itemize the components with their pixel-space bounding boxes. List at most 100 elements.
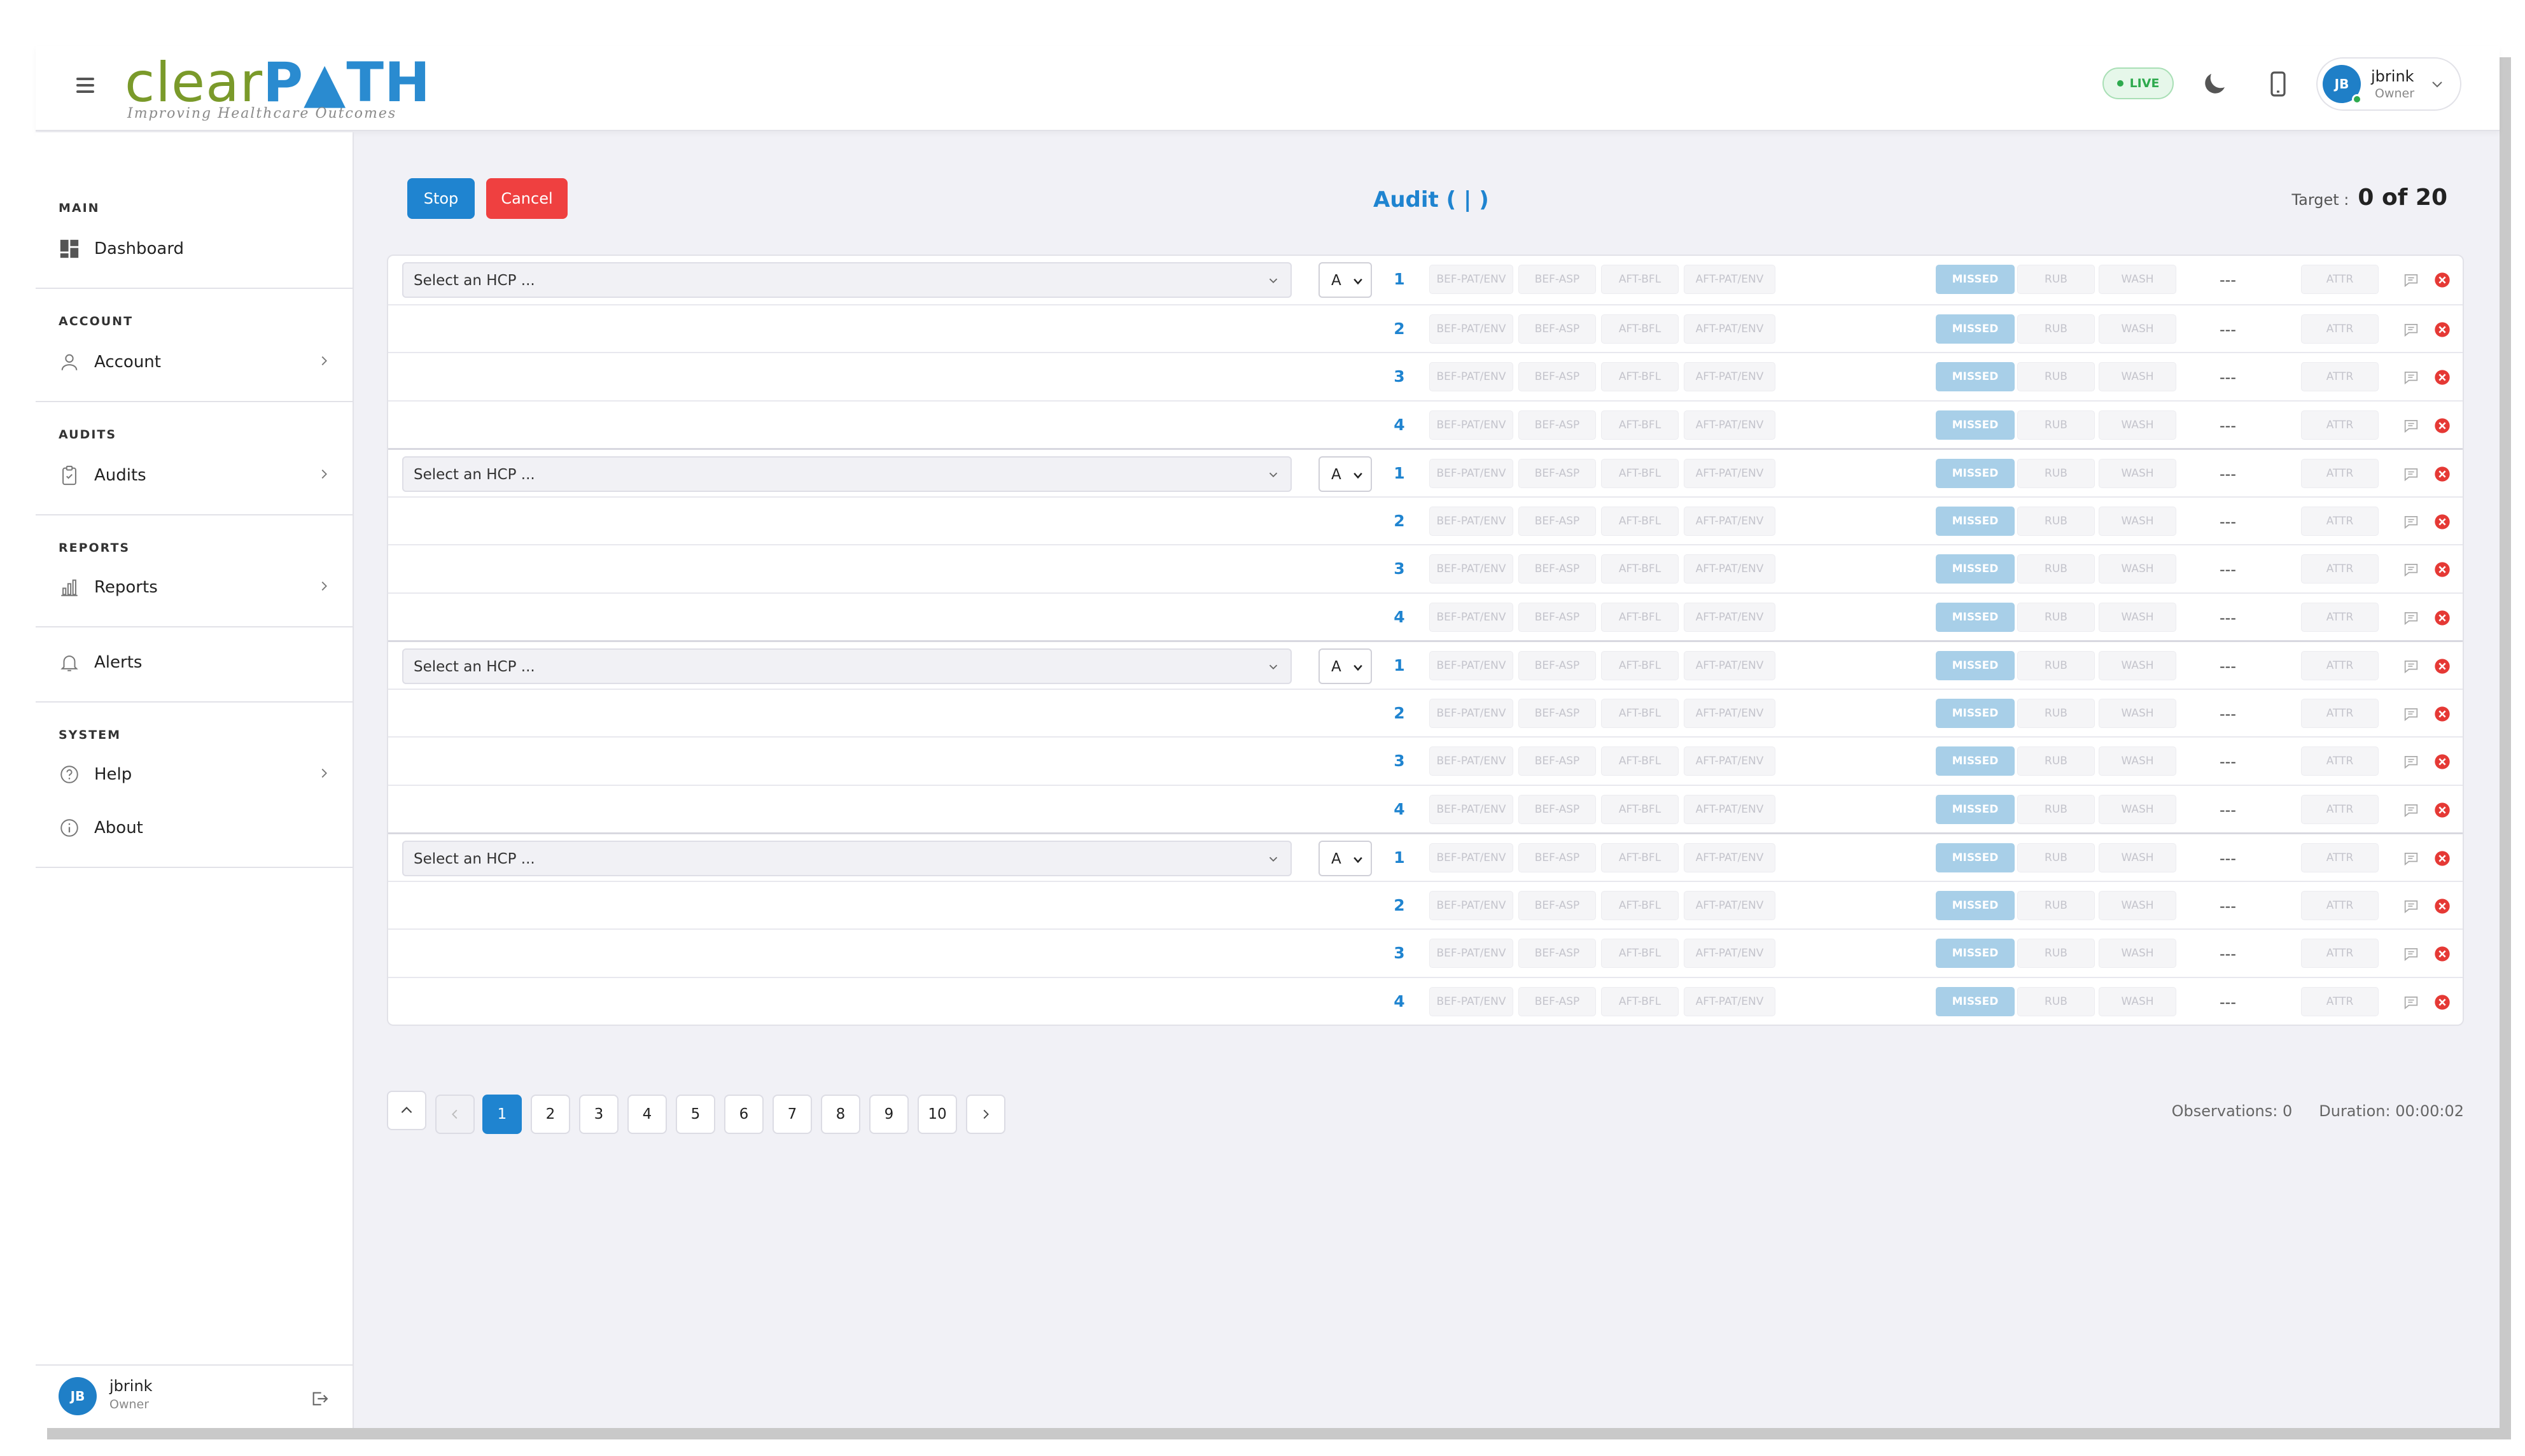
moment-chip[interactable]: AFT-PAT/ENV — [1684, 746, 1775, 776]
moment-chip[interactable]: AFT-BFL — [1601, 410, 1679, 440]
user-menu[interactable]: JB jbrink Owner — [2316, 57, 2461, 111]
page-button[interactable]: 3 — [579, 1095, 619, 1134]
sidebar-item-account[interactable]: Account — [36, 341, 354, 382]
moment-chip[interactable]: BEF-PAT/ENV — [1429, 459, 1513, 488]
page-button[interactable]: 4 — [627, 1095, 667, 1134]
moment-chip[interactable]: BEF-PAT/ENV — [1429, 746, 1513, 776]
moment-chip[interactable]: AFT-BFL — [1601, 314, 1679, 344]
moment-chip[interactable]: AFT-BFL — [1601, 746, 1679, 776]
moment-chip[interactable]: BEF-ASP — [1518, 602, 1596, 632]
menu-toggle-icon[interactable] — [76, 74, 94, 99]
moment-chip[interactable]: BEF-ASP — [1518, 698, 1596, 728]
attr-chip[interactable]: ATTR — [2301, 362, 2379, 391]
moment-chip[interactable]: AFT-PAT/ENV — [1684, 794, 1775, 824]
moment-chip[interactable]: BEF-PAT/ENV — [1429, 506, 1513, 536]
page-button[interactable]: 7 — [773, 1095, 812, 1134]
delete-circle-icon[interactable] — [2433, 850, 2451, 867]
action-chip[interactable]: WASH — [2099, 265, 2176, 294]
action-chip[interactable]: MISSED — [1936, 746, 2015, 776]
moment-chip[interactable]: BEF-PAT/ENV — [1429, 554, 1513, 584]
page-button[interactable]: 2 — [531, 1095, 570, 1134]
moment-chip[interactable]: BEF-PAT/ENV — [1429, 651, 1513, 680]
action-chip[interactable]: RUB — [2017, 459, 2095, 488]
delete-circle-icon[interactable] — [2433, 513, 2451, 531]
attr-chip[interactable]: ATTR — [2301, 410, 2379, 440]
moment-chip[interactable]: AFT-PAT/ENV — [1684, 698, 1775, 728]
action-chip[interactable]: MISSED — [1936, 410, 2015, 440]
action-chip[interactable]: RUB — [2017, 843, 2095, 872]
moment-chip[interactable]: AFT-BFL — [1601, 939, 1679, 968]
attr-chip[interactable]: ATTR — [2301, 314, 2379, 344]
delete-circle-icon[interactable] — [2433, 753, 2451, 771]
role-letter-select[interactable]: A — [1318, 841, 1372, 876]
moment-chip[interactable]: AFT-BFL — [1601, 554, 1679, 584]
moment-chip[interactable]: BEF-PAT/ENV — [1429, 410, 1513, 440]
comment-icon[interactable] — [2402, 993, 2421, 1011]
attr-chip[interactable]: ATTR — [2301, 986, 2379, 1016]
clearpath-logo[interactable]: clearP▲TH Improving Healthcare Outcomes — [125, 51, 431, 122]
moment-chip[interactable]: BEF-PAT/ENV — [1429, 843, 1513, 872]
scroll-top-button[interactable] — [387, 1091, 426, 1130]
moment-chip[interactable]: BEF-ASP — [1518, 651, 1596, 680]
action-chip[interactable]: MISSED — [1936, 265, 2015, 294]
moment-chip[interactable]: AFT-BFL — [1601, 362, 1679, 391]
comment-icon[interactable] — [2402, 609, 2421, 627]
logout-icon[interactable] — [309, 1389, 330, 1409]
dark-mode-moon-icon[interactable] — [2199, 69, 2230, 99]
sidebar-item-reports[interactable]: Reports — [36, 566, 354, 607]
moment-chip[interactable]: AFT-PAT/ENV — [1684, 554, 1775, 584]
sidebar-item-about[interactable]: About — [36, 807, 354, 848]
moment-chip[interactable]: AFT-PAT/ENV — [1684, 890, 1775, 920]
action-chip[interactable]: WASH — [2099, 459, 2176, 488]
moment-chip[interactable]: BEF-ASP — [1518, 459, 1596, 488]
hcp-select[interactable]: Select an HCP ... — [402, 262, 1292, 298]
action-chip[interactable]: MISSED — [1936, 651, 2015, 680]
moment-chip[interactable]: AFT-PAT/ENV — [1684, 314, 1775, 344]
comment-icon[interactable] — [2402, 561, 2421, 578]
action-chip[interactable]: RUB — [2017, 651, 2095, 680]
moment-chip[interactable]: BEF-ASP — [1518, 794, 1596, 824]
action-chip[interactable]: MISSED — [1936, 362, 2015, 391]
moment-chip[interactable]: BEF-PAT/ENV — [1429, 890, 1513, 920]
action-chip[interactable]: MISSED — [1936, 843, 2015, 872]
comment-icon[interactable] — [2402, 271, 2421, 289]
delete-circle-icon[interactable] — [2433, 657, 2451, 675]
comment-icon[interactable] — [2402, 850, 2421, 867]
sidebar-item-help[interactable]: Help — [36, 753, 354, 794]
attr-chip[interactable]: ATTR — [2301, 794, 2379, 824]
action-chip[interactable]: WASH — [2099, 651, 2176, 680]
page-button[interactable]: 1 — [482, 1095, 522, 1134]
role-letter-select[interactable]: A — [1318, 648, 1372, 684]
moment-chip[interactable]: BEF-ASP — [1518, 554, 1596, 584]
moment-chip[interactable]: AFT-BFL — [1601, 265, 1679, 294]
moment-chip[interactable]: AFT-PAT/ENV — [1684, 362, 1775, 391]
action-chip[interactable]: MISSED — [1936, 602, 2015, 632]
action-chip[interactable]: RUB — [2017, 265, 2095, 294]
moment-chip[interactable]: AFT-PAT/ENV — [1684, 410, 1775, 440]
action-chip[interactable]: RUB — [2017, 410, 2095, 440]
comment-icon[interactable] — [2402, 417, 2421, 435]
action-chip[interactable]: WASH — [2099, 314, 2176, 344]
attr-chip[interactable]: ATTR — [2301, 698, 2379, 728]
hcp-select[interactable]: Select an HCP ... — [402, 648, 1292, 684]
action-chip[interactable]: MISSED — [1936, 986, 2015, 1016]
action-chip[interactable]: MISSED — [1936, 698, 2015, 728]
moment-chip[interactable]: AFT-PAT/ENV — [1684, 651, 1775, 680]
delete-circle-icon[interactable] — [2433, 417, 2451, 435]
moment-chip[interactable]: AFT-PAT/ENV — [1684, 602, 1775, 632]
action-chip[interactable]: WASH — [2099, 986, 2176, 1016]
moment-chip[interactable]: AFT-BFL — [1601, 602, 1679, 632]
comment-icon[interactable] — [2402, 657, 2421, 675]
moment-chip[interactable]: BEF-PAT/ENV — [1429, 362, 1513, 391]
action-chip[interactable]: MISSED — [1936, 939, 2015, 968]
delete-circle-icon[interactable] — [2433, 993, 2451, 1011]
page-button[interactable]: 10 — [918, 1095, 957, 1134]
action-chip[interactable]: MISSED — [1936, 459, 2015, 488]
next-page-button[interactable] — [966, 1095, 1005, 1134]
hcp-select[interactable]: Select an HCP ... — [402, 841, 1292, 876]
role-letter-select[interactable]: A — [1318, 456, 1372, 492]
moment-chip[interactable]: BEF-ASP — [1518, 506, 1596, 536]
moment-chip[interactable]: AFT-PAT/ENV — [1684, 265, 1775, 294]
action-chip[interactable]: WASH — [2099, 410, 2176, 440]
moment-chip[interactable]: AFT-BFL — [1601, 698, 1679, 728]
